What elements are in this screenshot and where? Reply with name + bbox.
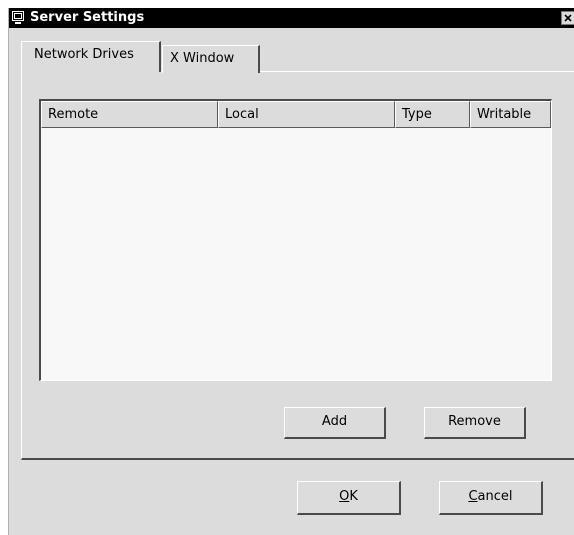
- close-button[interactable]: [561, 11, 574, 25]
- title-bar[interactable]: Server Settings: [9, 8, 574, 28]
- tab-x-window[interactable]: X Window: [162, 45, 260, 73]
- tab-network-drives[interactable]: Network Drives: [21, 41, 161, 72]
- ok-label-rest: K: [349, 489, 358, 504]
- close-icon: [564, 14, 572, 22]
- cancel-button[interactable]: Cancel: [439, 481, 543, 515]
- network-drives-panel: [21, 71, 574, 460]
- cancel-mnemonic: C: [468, 489, 478, 504]
- monitor-icon: [12, 11, 24, 24]
- ok-button[interactable]: OK: [297, 481, 401, 515]
- ok-mnemonic: O: [339, 489, 350, 504]
- cancel-label-rest: ancel: [477, 489, 513, 504]
- server-settings-dialog: Server Settings Network Drives X Window …: [8, 8, 574, 535]
- window-title: Server Settings: [30, 10, 145, 25]
